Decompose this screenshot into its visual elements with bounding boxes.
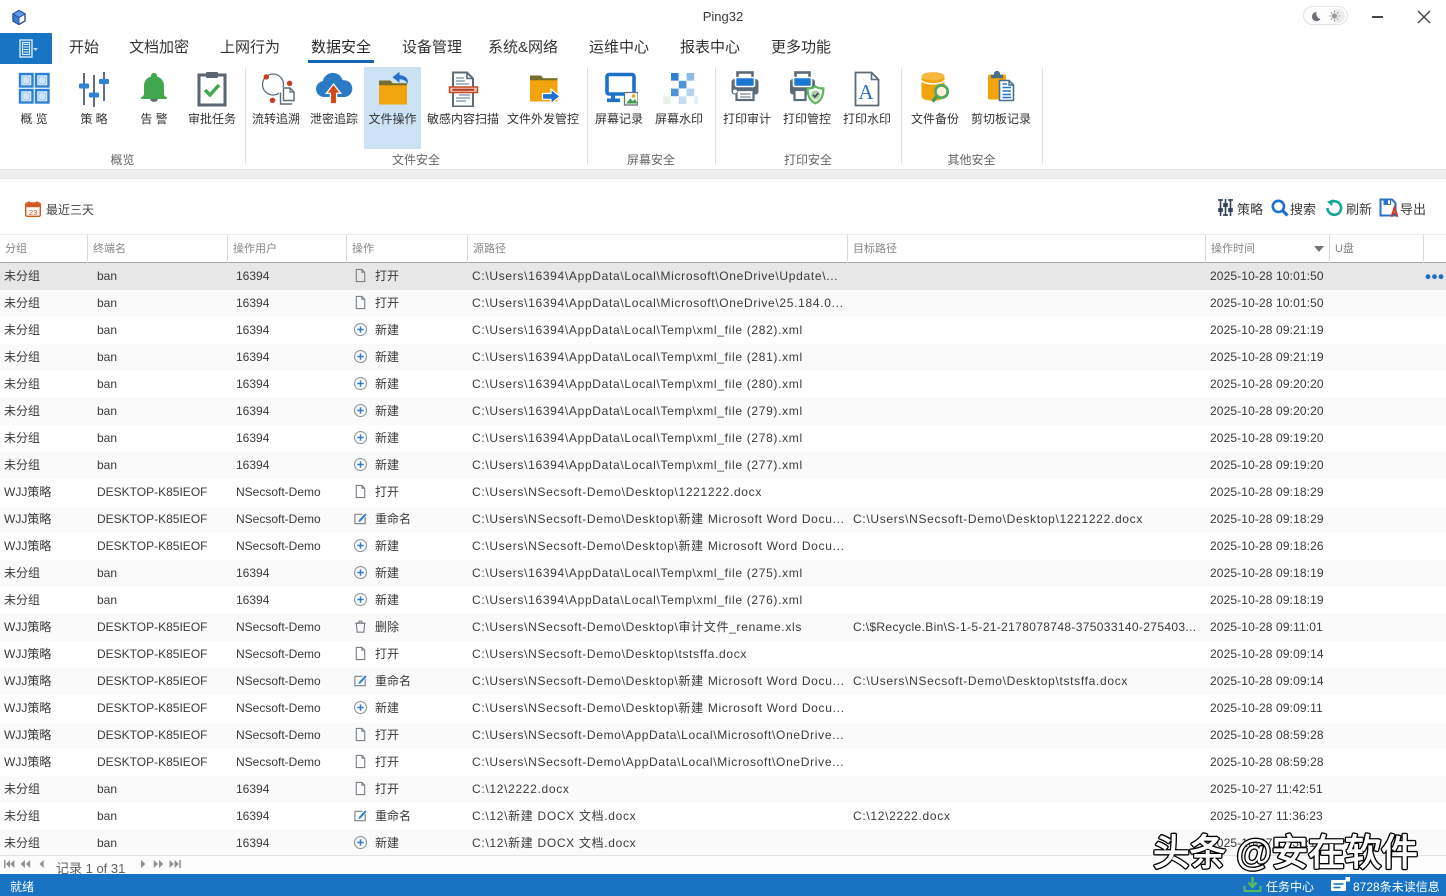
svg-text:A: A — [858, 80, 874, 104]
svg-text:头条 @安在软件: 头条 @安在软件 — [1153, 832, 1418, 873]
svg-text:23: 23 — [29, 208, 37, 217]
